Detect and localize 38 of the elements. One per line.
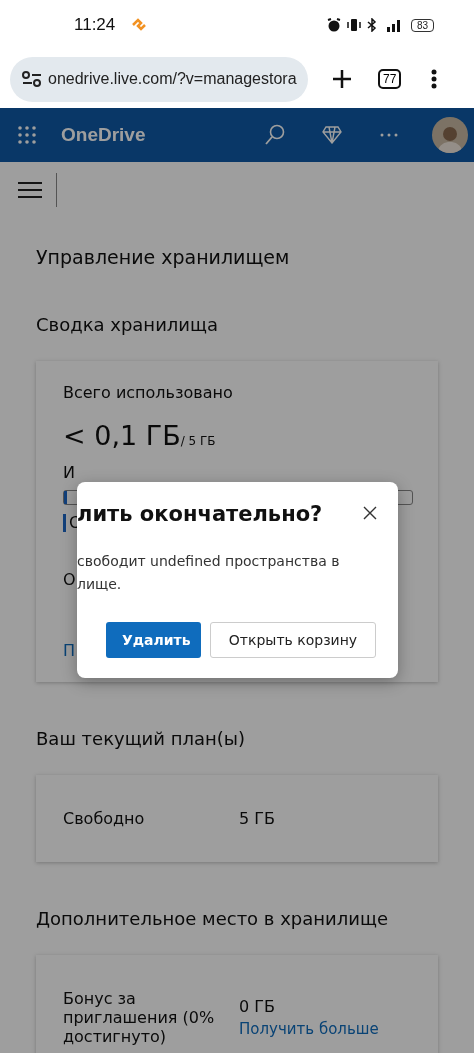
page-title: Управление хранилищем (36, 246, 291, 268)
get-more-link[interactable]: Получить больше (239, 1020, 379, 1038)
dialog-message: лище. (77, 575, 123, 594)
app-title: OneDrive (61, 124, 147, 146)
clock-time: 11:24 (74, 15, 116, 35)
search-icon[interactable] (264, 124, 286, 146)
section-heading: Дополнительное место в хранилище (36, 908, 389, 929)
battery-level: 83 (410, 18, 434, 32)
more-icon[interactable] (380, 133, 398, 137)
bluetooth-icon (366, 18, 377, 32)
vibrate-icon (346, 18, 361, 32)
avatar[interactable] (432, 117, 468, 153)
menu-icon[interactable] (18, 181, 42, 199)
total-amount: / 5 ГБ (180, 434, 216, 448)
address-bar[interactable]: onedrive.live.com/?v=managestora (10, 56, 308, 102)
used-amount: < 0,1 ГБ (63, 420, 181, 451)
bonus-size: 0 ГБ (239, 997, 276, 1016)
section-heading: Ваш текущий план(ы) (36, 728, 247, 749)
delete-button[interactable]: Удалить (106, 622, 201, 658)
section-heading: Сводка хранилища (36, 314, 220, 335)
diamond-icon[interactable] (322, 126, 342, 144)
link[interactable]: П (63, 641, 76, 660)
open-recycle-bin-button[interactable]: Открыть корзину (210, 622, 376, 658)
plan-name: Свободно (63, 809, 146, 828)
site-settings-icon[interactable] (22, 71, 42, 87)
legend-mark (63, 513, 66, 532)
close-icon[interactable] (363, 506, 377, 520)
note-text: О (63, 570, 76, 589)
usage-label: Всего использовано (63, 383, 234, 402)
app-launcher-icon[interactable] (17, 125, 37, 145)
tab-count-button[interactable]: 77 (378, 69, 402, 89)
dialog-message: свободит undefined пространства в (77, 552, 340, 571)
menu-icon[interactable] (431, 69, 438, 89)
alarm-icon (326, 18, 341, 32)
new-tab-icon[interactable] (332, 69, 352, 89)
bonus-label: Бонус за приглашения (0% достигнуто) (63, 989, 216, 1046)
usage-text: И (63, 463, 75, 482)
plan-size: 5 ГБ (239, 809, 275, 828)
